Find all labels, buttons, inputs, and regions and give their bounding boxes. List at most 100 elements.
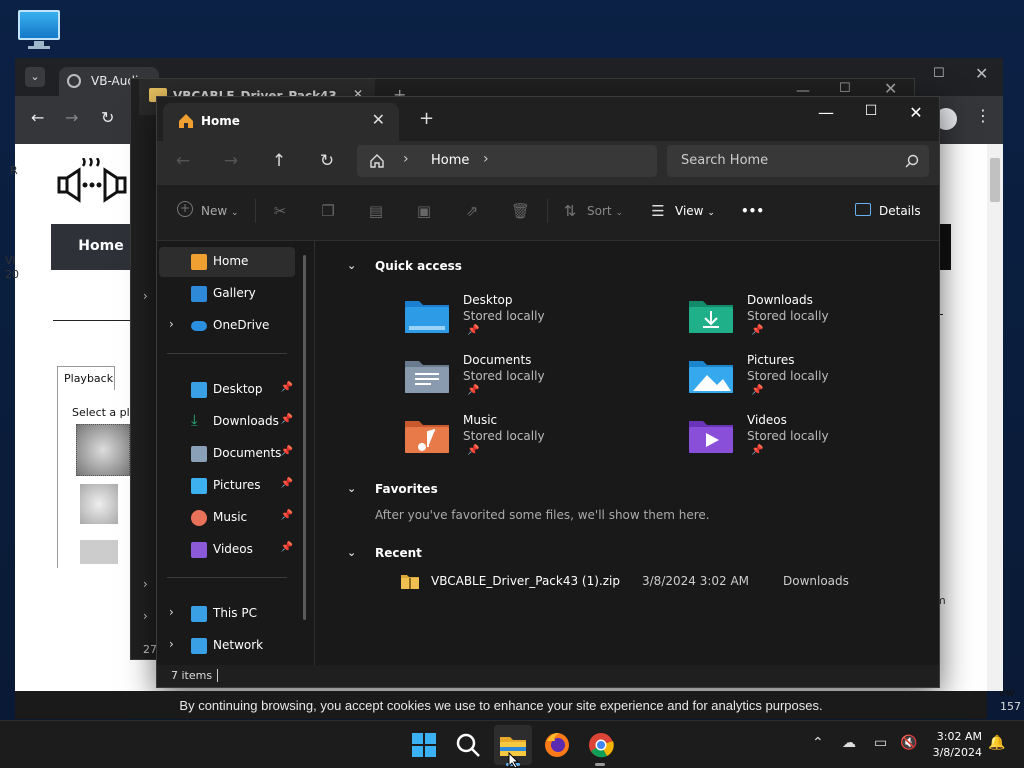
nav-item-network[interactable]: › Network: [159, 631, 295, 661]
recent-file-row[interactable]: VBCABLE_Driver_Pack43 (1).zip 3/8/2024 3…: [401, 571, 921, 595]
pictures-icon: [191, 478, 207, 494]
view-button[interactable]: View ⌄: [675, 204, 715, 218]
refresh-icon[interactable]: ↻: [315, 151, 339, 171]
maximize-icon[interactable]: ☐: [839, 81, 851, 96]
back-arrow-icon[interactable]: ←: [31, 108, 44, 127]
recent-file-location: Downloads: [783, 574, 849, 588]
nav-item-gallery[interactable]: Gallery: [159, 279, 295, 309]
sort-button[interactable]: Sort ⌄: [587, 204, 623, 218]
up-arrow-icon[interactable]: ↑: [267, 151, 291, 171]
speaker-device-icon[interactable]: [76, 424, 130, 476]
quick-access-item[interactable]: Music Stored locally 📌: [405, 413, 655, 469]
videos-icon: [191, 542, 207, 558]
section-recent[interactable]: ⌄ Recent: [347, 546, 422, 560]
expand-chevron-icon[interactable]: ›: [169, 317, 174, 331]
breadcrumb-chevron-icon[interactable]: ›: [483, 151, 489, 167]
forward-arrow-icon[interactable]: →: [219, 151, 243, 171]
quick-access-item[interactable]: Videos Stored locally 📌: [689, 413, 939, 469]
quick-access-item[interactable]: Pictures Stored locally 📌: [689, 353, 939, 409]
collapse-chevron-icon[interactable]: ⌄: [347, 482, 356, 495]
nav-item-label: Home: [213, 254, 249, 268]
clock-date: 3/8/2024: [932, 746, 982, 759]
firefox-icon[interactable]: [541, 729, 573, 761]
playback-tab[interactable]: Playback: [57, 366, 115, 390]
chevron-right-icon[interactable]: ›: [143, 289, 148, 303]
nav-item-documents[interactable]: Documents 📌: [159, 439, 295, 469]
show-hidden-icons-chevron-icon[interactable]: ⌃: [812, 735, 824, 751]
device-icon[interactable]: [80, 540, 118, 564]
address-box[interactable]: › Home ›: [357, 145, 657, 177]
browser-maximize-icon[interactable]: ☐: [933, 66, 945, 81]
nav-item-videos[interactable]: Videos 📌: [159, 535, 295, 565]
scroll-thumb[interactable]: [990, 158, 1000, 202]
chevron-right-icon[interactable]: ›: [143, 577, 148, 591]
rename-icon[interactable]: ▣: [415, 202, 433, 220]
expand-chevron-icon[interactable]: ›: [169, 637, 174, 651]
documents-folder-icon: [405, 361, 449, 393]
details-button[interactable]: Details: [879, 204, 921, 218]
minimize-icon[interactable]: —: [811, 103, 841, 122]
chevron-right-icon[interactable]: ›: [143, 609, 148, 623]
copy-icon[interactable]: ❐: [319, 202, 337, 220]
section-quick-access[interactable]: ⌄ Quick access: [347, 259, 462, 273]
nav-item-this-pc[interactable]: › This PC: [159, 599, 295, 629]
breadcrumb-home[interactable]: Home: [431, 153, 469, 168]
onedrive-offline-icon[interactable]: ☁: [842, 735, 856, 751]
chrome-icon[interactable]: [585, 729, 617, 761]
left-edge-text: Vi: [5, 254, 16, 267]
windows-start-icon[interactable]: [408, 729, 440, 761]
volume-muted-icon[interactable]: 🔇: [900, 735, 917, 751]
pin-icon: 📌: [467, 385, 480, 396]
collapse-chevron-icon[interactable]: ⌄: [347, 546, 356, 559]
details-pane-icon: [855, 203, 871, 216]
paste-icon[interactable]: ▤: [367, 202, 385, 220]
browser-close-icon[interactable]: ✕: [975, 64, 988, 83]
nav-item-music[interactable]: Music 📌: [159, 503, 295, 533]
divider: [167, 353, 287, 354]
quick-access-item[interactable]: Documents Stored locally 📌: [405, 353, 655, 409]
forward-arrow-icon[interactable]: →: [65, 108, 78, 127]
maximize-icon[interactable]: ☐: [856, 103, 886, 119]
nav-item-onedrive[interactable]: › OneDrive: [159, 311, 295, 341]
tab-search-chevron-icon[interactable]: ⌄: [25, 67, 45, 87]
nav-item-desktop[interactable]: Desktop 📌: [159, 375, 295, 405]
reload-icon[interactable]: ↻: [101, 108, 114, 127]
close-window-icon[interactable]: ✕: [901, 103, 931, 122]
notification-bell-icon[interactable]: 🔔: [988, 735, 1005, 751]
item-status: Stored locally: [463, 369, 545, 383]
share-icon[interactable]: ⇗: [463, 202, 481, 220]
monitor-base: [28, 46, 50, 49]
search-icon[interactable]: [452, 729, 484, 761]
speaker-device-icon[interactable]: [80, 484, 118, 524]
close-tab-icon[interactable]: ✕: [372, 110, 385, 129]
quick-access-item[interactable]: Downloads Stored locally 📌: [689, 293, 939, 349]
breadcrumb-chevron-icon[interactable]: ›: [403, 151, 409, 167]
new-button[interactable]: New ⌄: [201, 204, 239, 218]
delete-icon[interactable]: 🗑: [511, 202, 530, 220]
cut-icon[interactable]: ✂: [271, 202, 289, 220]
section-favorites[interactable]: ⌄ Favorites: [347, 482, 438, 496]
quick-access-item[interactable]: Desktop Stored locally 📌: [405, 293, 655, 349]
downloads-folder-icon: [689, 301, 733, 333]
new-tab-icon[interactable]: +: [419, 108, 434, 129]
network-status-icon[interactable]: ▭: [874, 735, 887, 751]
search-input[interactable]: Search Home: [667, 145, 929, 177]
left-edge-text: 20: [5, 268, 19, 281]
system-clock[interactable]: 3:02 AM 3/8/2024: [924, 729, 982, 761]
back-arrow-icon[interactable]: ←: [171, 151, 195, 171]
nav-item-pictures[interactable]: Pictures 📌: [159, 471, 295, 501]
nav-item-label: Videos: [213, 542, 253, 556]
browser-scrollbar[interactable]: [987, 144, 1003, 691]
nav-scrollbar[interactable]: [303, 255, 306, 620]
collapse-chevron-icon[interactable]: ⌄: [347, 259, 356, 272]
more-options-icon[interactable]: •••: [741, 204, 764, 218]
nav-item-home[interactable]: Home: [159, 247, 295, 277]
expand-chevron-icon[interactable]: ›: [169, 605, 174, 619]
nav-item-label: Network: [213, 638, 264, 652]
this-pc-desktop-icon[interactable]: [18, 10, 60, 49]
tab-home[interactable]: Home ✕: [163, 103, 399, 141]
browser-menu-icon[interactable]: ⋮: [975, 106, 991, 125]
home-icon: [191, 254, 207, 270]
pin-icon: 📌: [751, 445, 764, 456]
nav-item-downloads[interactable]: ⤓ Downloads 📌: [159, 407, 295, 437]
